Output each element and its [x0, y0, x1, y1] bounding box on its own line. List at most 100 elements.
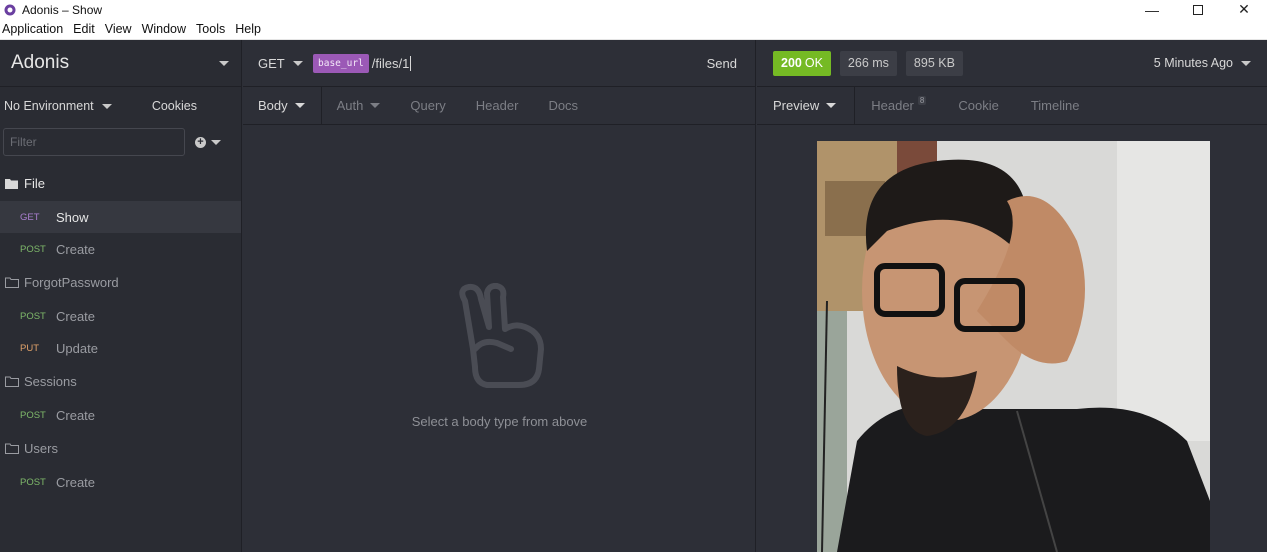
history-dropdown[interactable]: 5 Minutes Ago	[1154, 56, 1251, 70]
tab-query[interactable]: Query	[395, 87, 460, 125]
response-preview-image	[817, 141, 1210, 552]
tab-timeline[interactable]: Timeline	[1015, 87, 1096, 125]
url-input[interactable]: /files/1	[372, 55, 412, 71]
request-pane: GET base_url /files/1 Send Body Auth Que…	[243, 40, 756, 552]
request-item-update[interactable]: PUT Update	[0, 332, 241, 364]
close-icon: ✕	[1238, 1, 1250, 17]
request-label: Update	[56, 340, 98, 356]
response-time-badge: 266 ms	[839, 50, 897, 76]
request-label: Create	[56, 407, 96, 423]
request-label: Create	[56, 474, 96, 490]
window-controls: — ✕	[1129, 0, 1267, 19]
maximize-icon	[1193, 4, 1203, 15]
tab-label: Preview	[773, 98, 820, 113]
status-text: OK	[804, 56, 823, 70]
method-badge: POST	[20, 310, 46, 322]
tab-label: Header	[871, 98, 914, 113]
folder-label: Users	[24, 441, 58, 456]
plus-circle-icon: +	[195, 136, 206, 148]
tab-preview[interactable]: Preview	[757, 86, 856, 125]
minimize-button[interactable]: —	[1129, 0, 1175, 19]
method-badge: POST	[20, 243, 46, 255]
response-pane: 200 OK 266 ms 895 KB 5 Minutes Ago Previ…	[757, 40, 1267, 552]
tab-label: Cookie	[958, 98, 999, 113]
menu-application[interactable]: Application	[0, 22, 71, 36]
folder-file[interactable]: File	[0, 166, 241, 201]
folder-forgotpassword[interactable]: ForgotPassword	[0, 265, 241, 300]
close-button[interactable]: ✕	[1221, 0, 1267, 19]
app-logo-icon	[4, 4, 16, 15]
folder-label: File	[24, 176, 45, 191]
menu-bar: Application Edit View Window Tools Help	[0, 19, 1267, 40]
chevron-down-icon	[219, 60, 229, 66]
header-count-badge: 8	[917, 96, 927, 105]
folder-label: Sessions	[24, 374, 77, 389]
window-title: Adonis – Show	[22, 2, 103, 17]
base-url-tag[interactable]: base_url	[313, 53, 369, 73]
folder-open-icon	[5, 179, 18, 189]
peace-hand-icon	[459, 283, 544, 388]
chevron-down-icon	[826, 103, 837, 108]
menu-view[interactable]: View	[103, 22, 140, 36]
tab-label: Docs	[548, 98, 579, 113]
folder-label: ForgotPassword	[24, 275, 119, 290]
minimize-icon: —	[1145, 1, 1159, 18]
folder-users[interactable]: Users	[0, 431, 241, 466]
tab-cookie[interactable]: Cookie	[942, 87, 1014, 125]
request-label: Create	[56, 241, 96, 257]
filter-row: +	[0, 125, 241, 159]
tab-label: Query	[410, 98, 446, 113]
empty-body-message: Select a body type from above	[411, 414, 588, 429]
tab-label: Body	[258, 98, 288, 113]
request-tree: File GET Show POST Create ForgotPassword…	[0, 166, 241, 498]
method-badge: GET	[20, 211, 40, 223]
method-select[interactable]: GET	[258, 56, 313, 71]
environment-label: No Environment	[4, 99, 94, 113]
tab-body[interactable]: Body	[243, 86, 322, 125]
cookies-button[interactable]: Cookies	[152, 99, 197, 113]
maximize-button[interactable]	[1175, 0, 1221, 19]
time-ago-label: 5 Minutes Ago	[1153, 56, 1233, 70]
tab-label: Header	[475, 98, 519, 113]
tab-label: Auth	[336, 98, 364, 113]
url-bar: GET base_url /files/1 Send	[243, 40, 755, 87]
title-bar: Adonis – Show — ✕	[0, 0, 1267, 19]
method-badge: PUT	[20, 342, 39, 354]
workspace-dropdown[interactable]: Adonis	[0, 40, 241, 87]
request-item-create[interactable]: POST Create	[0, 300, 241, 332]
chevron-down-icon	[101, 103, 112, 109]
workspace-title: Adonis	[11, 52, 70, 73]
method-badge: POST	[20, 409, 46, 421]
status-badge: 200 OK	[773, 50, 831, 76]
folder-sessions[interactable]: Sessions	[0, 364, 241, 399]
folder-icon	[5, 277, 19, 288]
request-tabs: Body Auth Query Header Docs	[243, 86, 755, 125]
tab-auth[interactable]: Auth	[322, 87, 396, 125]
status-code: 200	[781, 56, 802, 70]
tab-response-header[interactable]: Header 8	[855, 87, 942, 125]
request-label: Show	[56, 209, 89, 225]
request-item-create[interactable]: POST Create	[0, 399, 241, 431]
request-item-create[interactable]: POST Create	[0, 233, 241, 265]
menu-help[interactable]: Help	[233, 22, 269, 36]
environment-select[interactable]: No Environment	[4, 99, 112, 113]
filter-input[interactable]	[3, 128, 185, 156]
response-tabs: Preview Header 8 Cookie Timeline	[757, 86, 1267, 125]
menu-tools[interactable]: Tools	[194, 22, 233, 36]
tab-docs[interactable]: Docs	[533, 87, 593, 125]
chevron-down-icon	[211, 139, 221, 145]
tab-label: Timeline	[1030, 98, 1080, 113]
request-item-show[interactable]: GET Show	[0, 201, 241, 233]
chevron-down-icon	[370, 103, 381, 108]
environment-row: No Environment Cookies	[0, 87, 241, 125]
send-button[interactable]: Send	[707, 56, 737, 71]
menu-window[interactable]: Window	[140, 22, 194, 36]
chevron-down-icon	[294, 103, 305, 108]
tab-header[interactable]: Header	[461, 87, 534, 125]
response-size-badge: 895 KB	[905, 50, 963, 76]
chevron-down-icon	[292, 60, 303, 66]
menu-edit[interactable]: Edit	[71, 22, 103, 36]
folder-icon	[5, 443, 19, 454]
add-item-button[interactable]: +	[195, 136, 221, 148]
request-item-create[interactable]: POST Create	[0, 466, 241, 498]
